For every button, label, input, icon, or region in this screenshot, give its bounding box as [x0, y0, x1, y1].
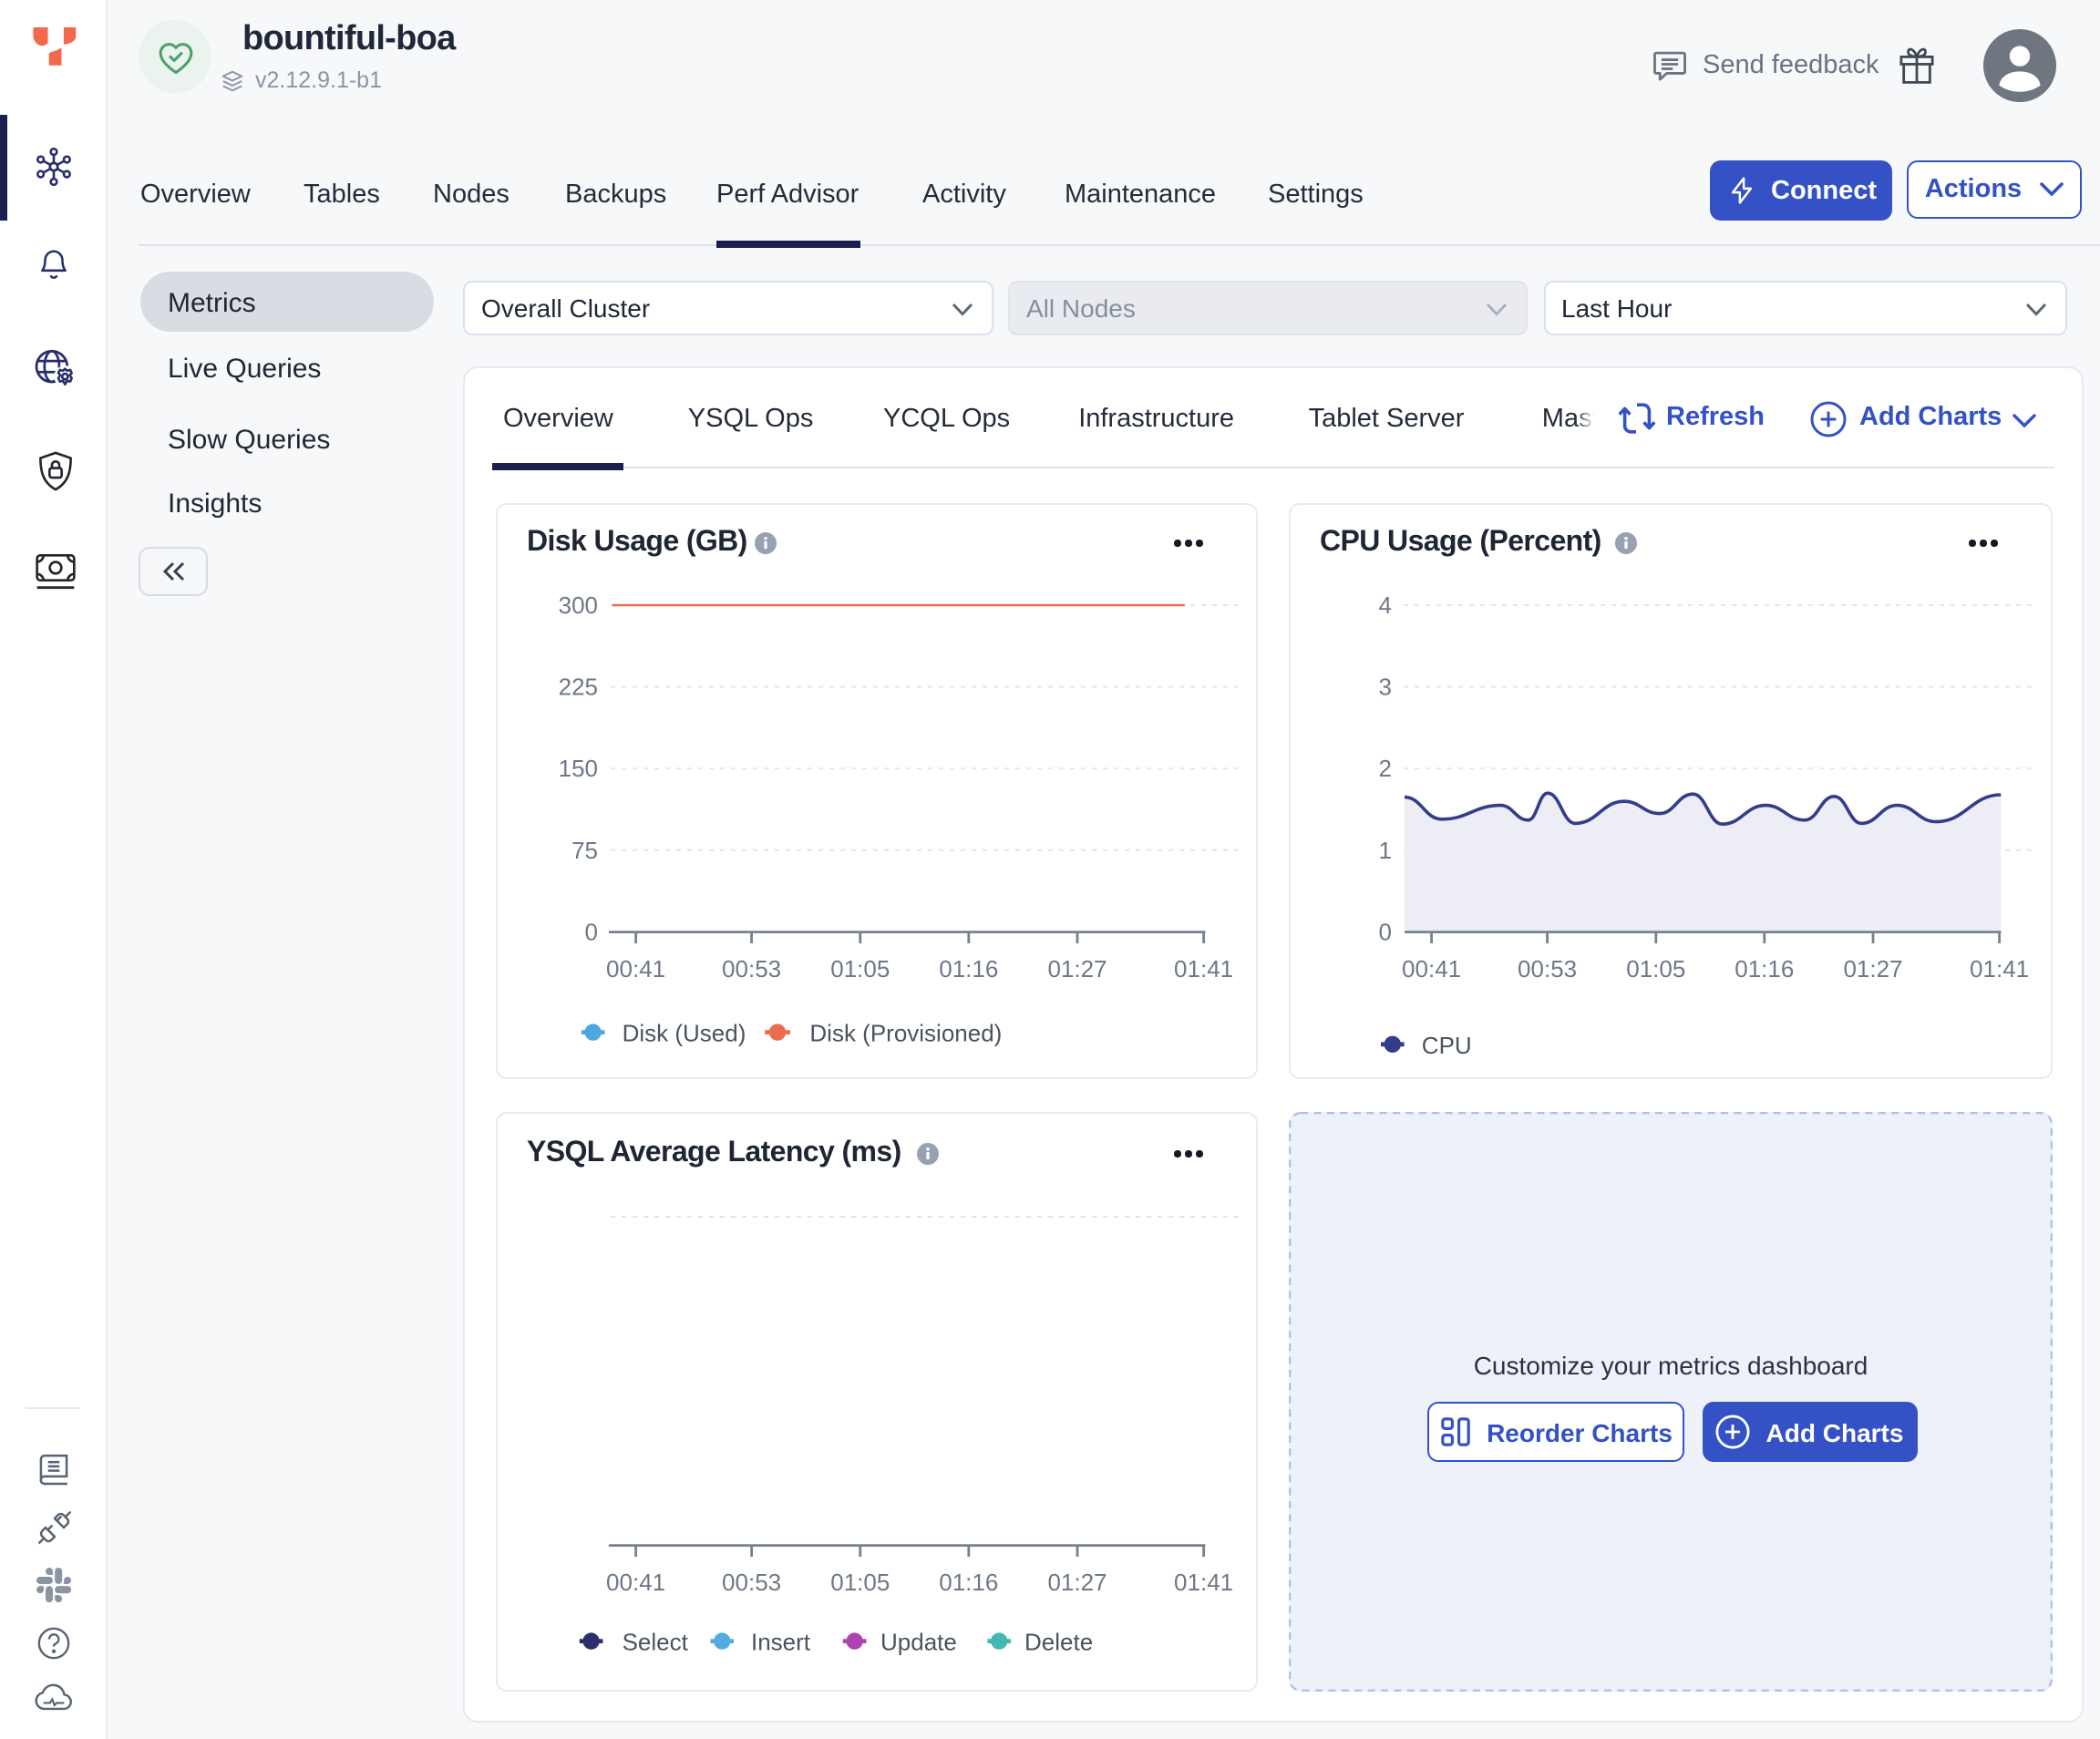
svg-text:Insert: Insert [751, 1629, 811, 1656]
svg-text:Delete: Delete [1024, 1629, 1093, 1656]
svg-text:00:41: 00:41 [606, 955, 665, 983]
svg-text:4: 4 [1379, 592, 1392, 619]
svg-text:1: 1 [1379, 837, 1392, 864]
svg-text:01:16: 01:16 [939, 955, 998, 983]
svg-text:01:05: 01:05 [1626, 955, 1685, 983]
svg-text:01:41: 01:41 [1174, 955, 1233, 983]
svg-text:00:41: 00:41 [1402, 955, 1461, 983]
svg-text:75: 75 [571, 837, 598, 864]
svg-text:3: 3 [1379, 674, 1392, 701]
svg-text:Select: Select [623, 1629, 689, 1656]
svg-text:01:41: 01:41 [1970, 955, 2029, 983]
svg-text:Disk (Used): Disk (Used) [623, 1020, 746, 1047]
svg-text:150: 150 [559, 755, 598, 782]
svg-text:0: 0 [1379, 919, 1392, 946]
svg-text:2: 2 [1379, 755, 1392, 782]
svg-text:00:53: 00:53 [1518, 955, 1577, 983]
svg-text:01:16: 01:16 [939, 1569, 998, 1596]
svg-text:00:41: 00:41 [606, 1569, 665, 1596]
svg-text:300: 300 [559, 592, 598, 619]
svg-text:01:05: 01:05 [830, 955, 890, 983]
svg-text:01:16: 01:16 [1735, 955, 1794, 983]
svg-text:00:53: 00:53 [722, 955, 781, 983]
svg-text:00:53: 00:53 [722, 1569, 781, 1596]
svg-text:01:05: 01:05 [830, 1569, 890, 1596]
svg-text:01:27: 01:27 [1047, 1569, 1107, 1596]
svg-text:01:27: 01:27 [1047, 955, 1107, 983]
svg-text:Update: Update [880, 1629, 957, 1656]
svg-text:225: 225 [559, 674, 598, 701]
svg-text:01:41: 01:41 [1174, 1569, 1233, 1596]
svg-text:Disk (Provisioned): Disk (Provisioned) [809, 1020, 1002, 1047]
svg-text:01:27: 01:27 [1843, 955, 1902, 983]
svg-text:CPU: CPU [1422, 1032, 1472, 1059]
svg-text:0: 0 [585, 919, 598, 946]
